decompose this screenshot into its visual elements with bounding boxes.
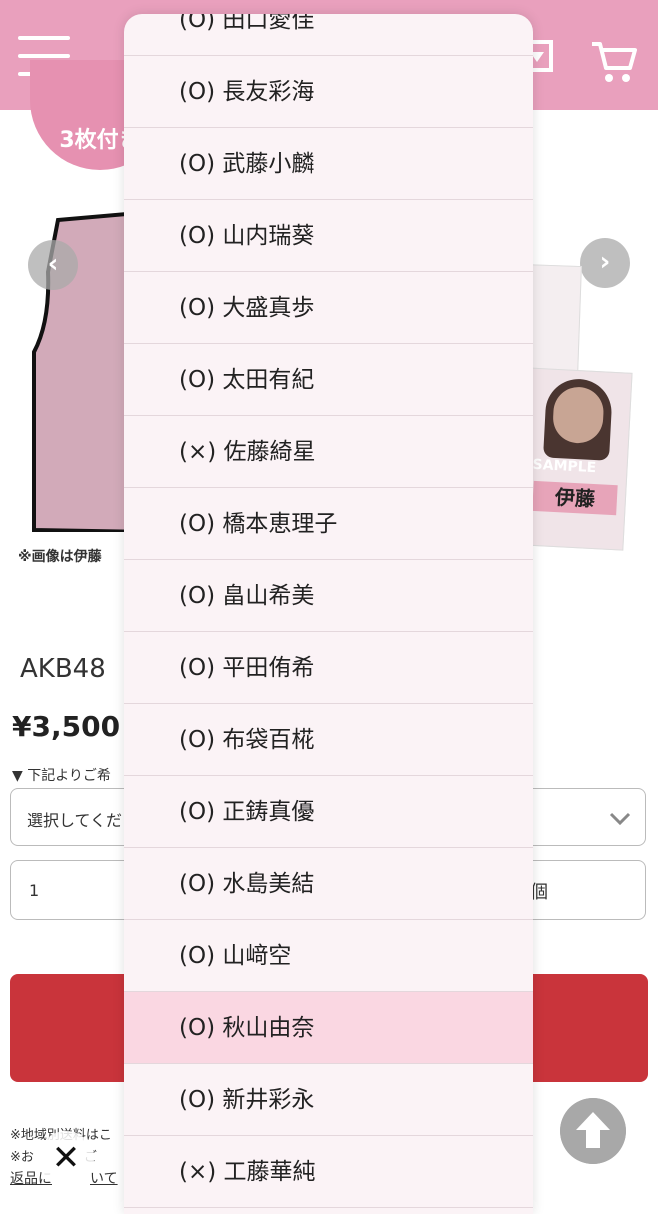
dropdown-option[interactable]: (O) 新井彩永: [124, 1064, 533, 1136]
select-placeholder: 選択してくだ: [27, 811, 123, 830]
dropdown-option-highlighted[interactable]: (O) 秋山由奈: [124, 992, 533, 1064]
dropdown-option[interactable]: (O) 正鋳真優: [124, 776, 533, 848]
product-photo-front: SAMPLE 伊藤: [517, 367, 633, 551]
returns-link-b: いて: [90, 1171, 118, 1187]
dropdown-option[interactable]: (O) 水島美結: [124, 848, 533, 920]
scroll-to-top-icon[interactable]: [560, 1098, 626, 1164]
photo-sample-label: SAMPLE: [532, 456, 597, 477]
quantity-value: 1: [29, 881, 40, 900]
carousel-prev-button[interactable]: ‹: [28, 240, 78, 290]
dropdown-option[interactable]: (O) 山内瑞葵: [124, 200, 533, 272]
dropdown-option[interactable]: (O) 布袋百椛: [124, 704, 533, 776]
carousel-next-button[interactable]: ›: [580, 238, 630, 288]
product-price: ¥3,500 (: [12, 710, 143, 743]
dropdown-option[interactable]: (O) 長友彩海: [124, 56, 533, 128]
photo-name-label: 伊藤: [532, 480, 618, 516]
chevron-down-icon: [609, 812, 631, 826]
image-note: ※画像は伊藤: [18, 549, 102, 565]
dropdown-option[interactable]: (O) 田口愛佳: [124, 14, 533, 56]
dropdown-option[interactable]: (×) 工藤華純: [124, 1136, 533, 1208]
product-title: AKB48: [20, 654, 106, 684]
footer-note-2-a: ※お: [10, 1150, 34, 1165]
dropdown-option[interactable]: (×) 佐藤綺星: [124, 416, 533, 488]
dropdown-option[interactable]: (O) 平田侑希: [124, 632, 533, 704]
dropdown-option[interactable]: (O) 太田有紀: [124, 344, 533, 416]
option-label: ▼ 下記よりご希: [12, 768, 111, 784]
dropdown-option[interactable]: (O) 畠山希美: [124, 560, 533, 632]
dropdown-option[interactable]: (O) 大盛真歩: [124, 272, 533, 344]
close-icon[interactable]: ✕: [38, 1131, 94, 1187]
dropdown-option[interactable]: (O) 武藤小麟: [124, 128, 533, 200]
dropdown-option[interactable]: (O) 橋本恵理子: [124, 488, 533, 560]
member-dropdown-list[interactable]: (O) 田口愛佳 (O) 長友彩海 (O) 武藤小麟 (O) 山内瑞葵 (O) …: [124, 14, 533, 1214]
cart-icon[interactable]: [590, 38, 638, 86]
dropdown-option[interactable]: (O) 山﨑空: [124, 920, 533, 992]
